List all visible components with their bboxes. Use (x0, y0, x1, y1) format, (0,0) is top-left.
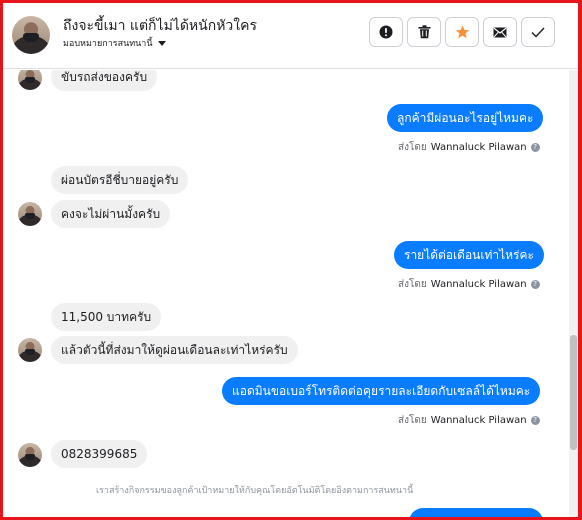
sender-name: Wannaluck Pilawan (430, 279, 527, 290)
scrollbar-thumb[interactable] (570, 335, 577, 450)
sent-by-label: ส่งโดย Wannaluck Pilawan ? (398, 140, 540, 155)
contact-avatar-small (18, 338, 42, 362)
star-button[interactable] (445, 17, 479, 47)
help-icon[interactable]: ? (530, 143, 540, 152)
done-button[interactable] (521, 17, 555, 47)
delete-button[interactable] (407, 17, 441, 47)
trash-icon (418, 25, 430, 39)
message-bubble-outgoing[interactable]: รายได้ต่อเดือนเท่าไหร่คะ (394, 241, 544, 269)
message-bubble-outgoing[interactable]: ลูกค้ามีผ่อนอะไรอยู่ไหมคะ (387, 104, 544, 132)
sent-by-prefix: ส่งโดย (398, 279, 427, 290)
header-actions (369, 17, 555, 47)
contact-avatar-small (18, 202, 42, 226)
help-icon[interactable]: ? (530, 416, 540, 425)
message-thread[interactable]: ขับรถส่งของครับ ลูกค้ามีผ่อนอะไรอยู่ไหมค… (3, 70, 569, 517)
message-bubble-incoming[interactable]: แล้วตัวนี้ที่ส่งมาให้ดูผ่อนเดือนละเท่าไห… (51, 336, 298, 364)
message-bubble-incoming[interactable]: 11,500 บาทครับ (51, 303, 162, 331)
message-bubble-incoming[interactable]: คงจะไม่ผ่านมั้งครับ (51, 200, 171, 228)
system-note: เราสร้างกิจกรรมของลูกค้าเป้าหมายให้กับคุ… (96, 486, 414, 496)
scrollbar[interactable] (569, 70, 578, 517)
conversation-header: ถึงจะขี้เมา แต่ก็ไม่ได้หนักหัวใคร มอบหมา… (3, 3, 578, 69)
message-bubble-incoming[interactable]: 0828399685 (51, 440, 148, 468)
help-icon[interactable]: ? (530, 280, 540, 289)
mail-button[interactable] (483, 17, 517, 47)
assign-conversation-dropdown[interactable]: มอบหมายการสนทนานี้ (63, 36, 166, 50)
contact-avatar[interactable] (12, 16, 50, 54)
contact-avatar-small (18, 70, 42, 90)
sender-name: Wannaluck Pilawan (430, 142, 527, 153)
sent-by-label: ส่งโดย Wannaluck Pilawan ? (398, 413, 540, 428)
star-icon (455, 25, 469, 39)
exclamation-icon (379, 25, 393, 39)
check-icon (531, 27, 545, 38)
assign-label: มอบหมายการสนทนานี้ (63, 39, 153, 49)
message-bubble-incoming[interactable]: ผ่อนบัตรอีชี่บายอยู่ครับ (51, 166, 189, 194)
contact-name[interactable]: ถึงจะขี้เมา แต่ก็ไม่ได้หนักหัวใคร (63, 15, 257, 37)
envelope-icon (493, 27, 507, 37)
sender-name: Wannaluck Pilawan (430, 415, 527, 426)
caret-down-icon (157, 40, 166, 46)
sent-by-prefix: ส่งโดย (398, 142, 427, 153)
report-button[interactable] (369, 17, 403, 47)
message-bubble-incoming[interactable]: ขับรถส่งของครับ (51, 70, 158, 91)
contact-avatar-small (18, 443, 42, 467)
window-frame: ถึงจะขี้เมา แต่ก็ไม่ได้หนักหัวใคร มอบหมา… (0, 0, 582, 520)
sent-by-prefix: ส่งโดย (398, 415, 427, 426)
sent-by-label: ส่งโดย Wannaluck Pilawan ? (398, 277, 540, 292)
message-bubble-outgoing[interactable]: แอดมินขอเบอร์โทรติดต่อคุยรายละเอียดกับเซ… (222, 377, 541, 405)
message-bubble-outgoing-partial[interactable] (409, 508, 543, 517)
